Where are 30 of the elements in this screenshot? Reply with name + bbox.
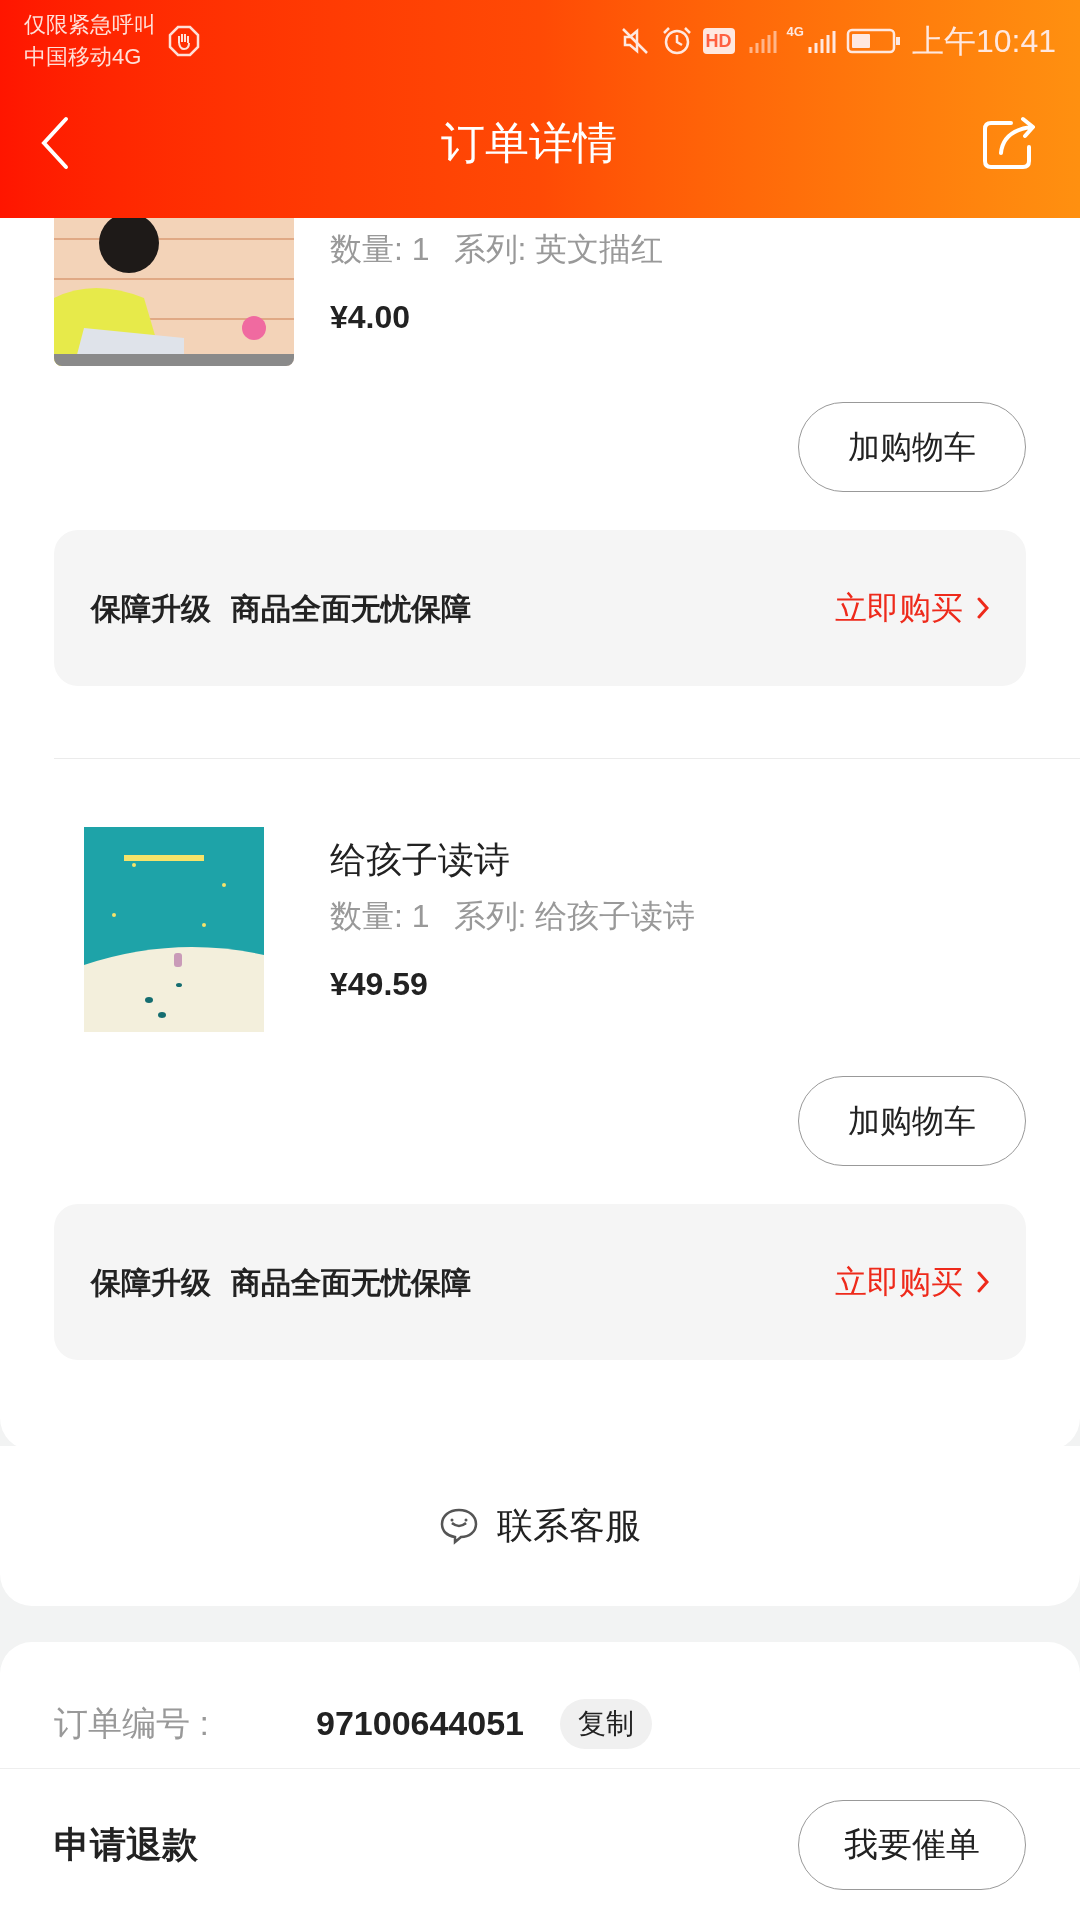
copy-button[interactable]: 复制 — [560, 1698, 652, 1749]
buy-now-link[interactable]: 立即购买 — [835, 584, 989, 632]
chat-smile-icon — [439, 1506, 479, 1546]
product-price: ¥4.00 — [330, 298, 412, 337]
quantity-text: 数量: 1 — [330, 230, 430, 269]
contact-service-button[interactable]: 联系客服 — [439, 1499, 641, 1553]
hand-stop-icon — [168, 25, 200, 57]
hd-badge: HD — [702, 28, 735, 54]
order-number-label: 订单编号 : — [54, 1703, 210, 1744]
product-title: 给孩子读诗 — [330, 838, 511, 882]
refund-button[interactable]: 申请退款 — [54, 1817, 198, 1872]
back-icon — [40, 115, 70, 171]
carrier-text: 仅限紧急呼叫 — [24, 11, 156, 39]
carrier-text: 中国移动4G — [24, 43, 143, 71]
clock-time: 上午10:41 — [911, 22, 1056, 61]
series-text: 系列: 英文描红 — [453, 230, 664, 269]
guarantee-label: 保障升级 — [91, 1264, 211, 1301]
chevron-right-icon — [977, 597, 989, 619]
series-text: 系列: 给孩子读诗 — [453, 897, 696, 936]
chevron-right-icon — [977, 1271, 989, 1293]
quantity-text: 数量: 1 — [330, 897, 430, 936]
page-title: 订单详情 — [441, 117, 617, 169]
product-price: ¥49.59 — [330, 965, 429, 1004]
battery-icon — [845, 27, 902, 55]
buy-now-link[interactable]: 立即购买 — [835, 1258, 989, 1306]
guarantee-label: 保障升级 — [91, 590, 211, 627]
network-label: 4G — [786, 25, 804, 39]
guarantee-text: 商品全面无忧保障 — [231, 590, 471, 627]
guarantee-text: 商品全面无忧保障 — [231, 1264, 471, 1301]
order-number: 97100644051 — [316, 1703, 524, 1744]
